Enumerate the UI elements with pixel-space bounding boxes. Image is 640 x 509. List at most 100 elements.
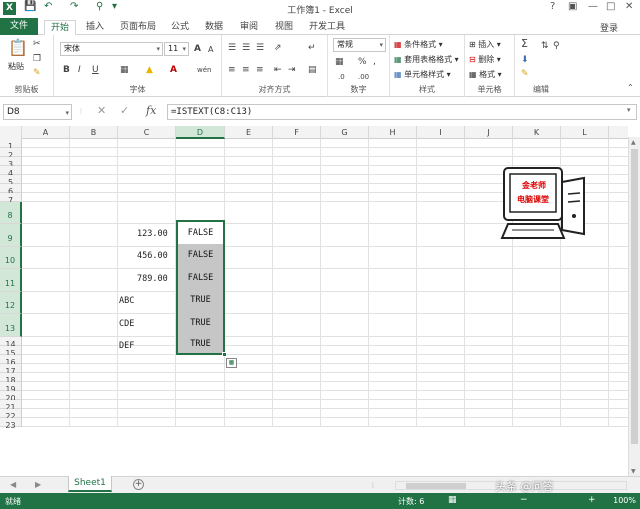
column-header-j[interactable]: J	[465, 126, 513, 139]
conditional-formatting-button[interactable]: ▦ 条件格式 ▾	[394, 39, 443, 50]
cut-icon[interactable]: ✂	[33, 39, 41, 49]
wrap-text-icon[interactable]: ↵	[308, 43, 316, 53]
row-header-16[interactable]: 16	[0, 355, 22, 367]
tab-split-grip-icon[interactable]: ⋮	[370, 482, 376, 489]
merge-center-icon[interactable]: ▤	[308, 65, 317, 75]
row-header-14[interactable]: 14	[0, 337, 22, 349]
column-header-l[interactable]: L	[561, 126, 609, 139]
row-header-8[interactable]: 8	[0, 202, 22, 224]
cell-c13[interactable]: DEF	[119, 341, 134, 351]
underline-button[interactable]: U	[92, 65, 99, 75]
font-size-select[interactable]: 11 ▾	[164, 42, 189, 56]
align-top-icon[interactable]: ☰	[228, 43, 236, 53]
tab-formulas[interactable]: 公式	[166, 20, 194, 35]
align-bottom-icon[interactable]: ☰	[256, 43, 264, 53]
row-header-4[interactable]: 4	[0, 166, 22, 178]
tab-review[interactable]: 审阅	[234, 20, 264, 35]
comma-button[interactable]: ,	[373, 57, 376, 67]
align-left-icon[interactable]: ≡	[228, 65, 236, 75]
row-header-1[interactable]: 1	[0, 139, 22, 151]
font-name-select[interactable]: 宋体 ▾	[60, 42, 163, 56]
shrink-font-button[interactable]: A	[208, 45, 213, 55]
tab-home[interactable]: 开始	[44, 20, 76, 36]
normal-view-icon[interactable]: ▦	[448, 495, 457, 505]
column-header-k[interactable]: K	[513, 126, 561, 139]
align-right-icon[interactable]: ≡	[256, 65, 264, 75]
scroll-down-icon[interactable]: ▼	[631, 468, 636, 475]
name-box[interactable]: D8 ▾	[3, 104, 72, 120]
clear-icon[interactable]: ✎	[521, 69, 529, 79]
cell-c8[interactable]: 123.00	[137, 229, 168, 239]
row-header-3[interactable]: 3	[0, 157, 22, 169]
row-header-10[interactable]: 10	[0, 247, 22, 269]
number-format-select[interactable]: 常规 ▾	[333, 38, 386, 52]
tab-data[interactable]: 数据	[200, 20, 228, 35]
column-header-h[interactable]: H	[369, 126, 417, 139]
sheet-next-icon[interactable]: ▶	[35, 480, 41, 489]
indent-increase-icon[interactable]: ⇥	[288, 65, 296, 75]
tab-file[interactable]: 文件	[0, 18, 38, 35]
cell-c11[interactable]: ABC	[119, 296, 134, 306]
cell-c10[interactable]: 789.00	[137, 274, 168, 284]
cancel-formula-button[interactable]: ✕	[97, 104, 106, 117]
borders-icon[interactable]: ▦	[120, 65, 129, 75]
row-header-15[interactable]: 15	[0, 346, 22, 358]
fill-handle[interactable]	[222, 352, 227, 357]
zoom-out-icon[interactable]: −	[520, 495, 528, 505]
row-header-12[interactable]: 12	[0, 292, 22, 314]
column-header-a[interactable]: A	[22, 126, 70, 139]
select-all-button[interactable]	[0, 126, 22, 139]
row-header-7[interactable]: 7	[0, 193, 22, 205]
paste-icon[interactable]: 📋	[8, 39, 28, 57]
fill-icon[interactable]: ⬇	[521, 55, 529, 65]
column-header-i[interactable]: I	[417, 126, 465, 139]
row-header-23[interactable]: 23	[0, 418, 22, 430]
delete-cells-button[interactable]: ⊟ 删除 ▾	[469, 54, 501, 65]
ribbon-display-icon[interactable]: ▣	[568, 1, 577, 12]
add-sheet-button[interactable]: +	[133, 479, 144, 490]
fill-color-icon[interactable]: ▲	[146, 65, 153, 75]
align-middle-icon[interactable]: ☰	[242, 43, 250, 53]
row-header-19[interactable]: 19	[0, 382, 22, 394]
row-header-13[interactable]: 13	[0, 314, 22, 337]
expand-formula-icon[interactable]: ▾	[627, 106, 631, 114]
column-header-e[interactable]: E	[225, 126, 273, 139]
close-button[interactable]: ✕	[625, 1, 633, 12]
copy-icon[interactable]: ❐	[33, 54, 41, 64]
orientation-icon[interactable]: ⇗	[274, 43, 282, 53]
format-as-table-button[interactable]: ▦ 套用表格格式 ▾	[394, 54, 459, 65]
column-header-b[interactable]: B	[70, 126, 118, 139]
percent-button[interactable]: %	[358, 57, 367, 67]
bold-button[interactable]: B	[63, 65, 70, 75]
login-link[interactable]: 登录	[600, 21, 618, 34]
column-header-g[interactable]: G	[321, 126, 369, 139]
scroll-up-icon[interactable]: ▲	[631, 139, 636, 146]
indent-decrease-icon[interactable]: ⇤	[274, 65, 282, 75]
zoom-in-icon[interactable]: +	[588, 495, 596, 505]
cell-styles-button[interactable]: ▦ 单元格样式 ▾	[394, 69, 451, 80]
row-header-5[interactable]: 5	[0, 175, 22, 187]
enter-formula-button[interactable]: ✓	[120, 104, 129, 117]
grow-font-button[interactable]: A	[194, 44, 201, 54]
sheet-prev-icon[interactable]: ◀	[10, 480, 16, 489]
row-header-11[interactable]: 11	[0, 269, 22, 292]
quick-analysis-icon[interactable]: ▦	[226, 358, 237, 368]
formula-input[interactable]: =ISTEXT(C8:C13)	[167, 104, 637, 120]
collapse-ribbon-icon[interactable]: ⌃	[627, 83, 634, 93]
row-header-9[interactable]: 9	[0, 224, 22, 247]
cell-c12[interactable]: CDE	[119, 319, 134, 329]
row-header-18[interactable]: 18	[0, 373, 22, 385]
tab-insert[interactable]: 插入	[80, 20, 110, 35]
help-icon[interactable]: ?	[550, 1, 555, 12]
tab-developer[interactable]: 开发工具	[304, 20, 350, 35]
phonetic-icon[interactable]: wén	[197, 65, 211, 75]
row-header-20[interactable]: 20	[0, 391, 22, 403]
minimize-button[interactable]: —	[588, 1, 598, 12]
zoom-level[interactable]: 100%	[613, 496, 636, 505]
autosum-button[interactable]: Σ	[521, 38, 528, 49]
horizontal-scroll-thumb[interactable]	[406, 483, 466, 489]
font-color-button[interactable]: A	[170, 65, 177, 75]
column-header-c[interactable]: C	[118, 126, 176, 139]
insert-cells-button[interactable]: ⊞ 插入 ▾	[469, 39, 501, 50]
row-header-6[interactable]: 6	[0, 184, 22, 196]
